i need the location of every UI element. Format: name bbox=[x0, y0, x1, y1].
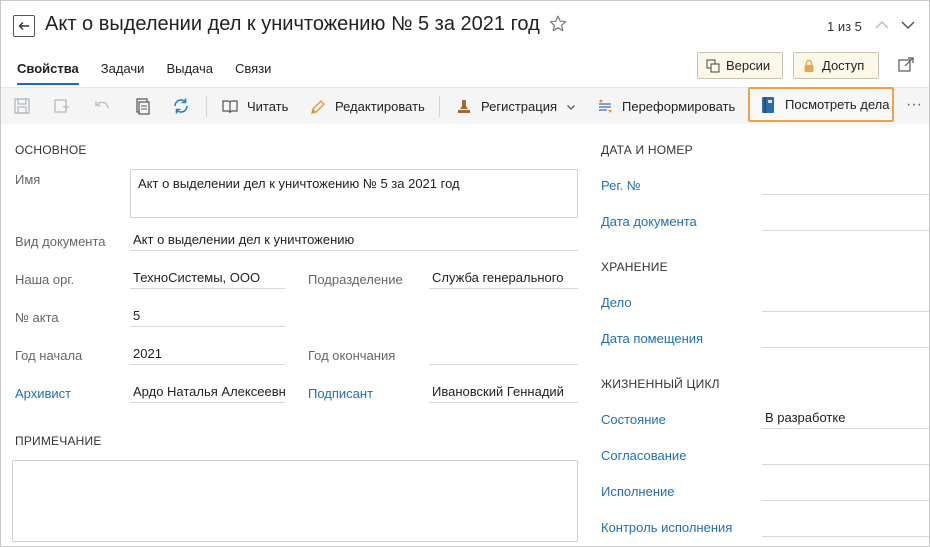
doc-type-field[interactable]: Акт о выделении дел к уничтожению bbox=[130, 229, 578, 251]
tab-properties[interactable]: Свойства bbox=[17, 53, 79, 85]
section-title-lifecycle: ЖИЗНЕННЫЙ ЦИКЛ bbox=[601, 377, 720, 391]
tab-links[interactable]: Связи bbox=[235, 53, 271, 85]
access-button-label: Доступ bbox=[822, 58, 865, 73]
tab-issuance[interactable]: Выдача bbox=[166, 53, 213, 85]
pencil-icon bbox=[311, 99, 325, 114]
edit-button-label: Редактировать bbox=[335, 99, 425, 114]
versions-icon bbox=[706, 59, 720, 72]
open-external-icon[interactable] bbox=[897, 56, 915, 74]
versions-button[interactable]: Версии bbox=[697, 52, 783, 79]
placed-date-link[interactable]: Дата помещения bbox=[601, 331, 703, 346]
reformat-icon bbox=[599, 99, 612, 113]
year-start-field[interactable]: 2021 bbox=[130, 343, 285, 365]
back-arrow-icon bbox=[18, 22, 29, 30]
reformat-button[interactable]: Переформировать bbox=[596, 94, 735, 119]
execution-field[interactable] bbox=[762, 479, 929, 501]
control-link[interactable]: Контроль исполнения bbox=[601, 520, 732, 535]
execution-link[interactable]: Исполнение bbox=[601, 484, 675, 499]
tab-bar: Свойства Задачи Выдача Связи bbox=[1, 53, 277, 85]
year-end-field[interactable] bbox=[429, 343, 578, 365]
toolbar-divider bbox=[439, 96, 440, 117]
doc-date-link[interactable]: Дата документа bbox=[601, 214, 697, 229]
section-title-main: ОСНОВНОЕ bbox=[15, 143, 87, 157]
read-button[interactable]: Читать bbox=[221, 94, 288, 119]
act-number-label: № акта bbox=[15, 310, 59, 325]
view-cases-button[interactable]: Посмотреть дела bbox=[748, 87, 894, 122]
pager-text: 1 из 5 bbox=[827, 19, 862, 34]
state-field[interactable]: В разработке bbox=[762, 407, 929, 429]
chevron-down-icon[interactable] bbox=[899, 16, 917, 34]
approval-link[interactable]: Согласование bbox=[601, 448, 686, 463]
copy-icon[interactable] bbox=[133, 97, 151, 115]
chevron-up-icon[interactable] bbox=[873, 16, 891, 34]
archivist-link[interactable]: Архивист bbox=[15, 386, 71, 401]
toolbar-divider bbox=[206, 96, 207, 117]
reformat-button-label: Переформировать bbox=[622, 99, 736, 114]
reg-number-field[interactable] bbox=[762, 173, 929, 195]
name-label: Имя bbox=[15, 172, 41, 187]
section-title-date-number: ДАТА И НОМЕР bbox=[601, 143, 693, 157]
case-link[interactable]: Дело bbox=[601, 295, 632, 310]
page-title: Акт о выделении дел к уничтожению № 5 за… bbox=[45, 13, 540, 35]
star-icon[interactable] bbox=[548, 14, 568, 34]
approval-field[interactable] bbox=[762, 443, 929, 465]
org-label: Наша орг. bbox=[15, 272, 75, 287]
chevron-down-icon bbox=[567, 104, 575, 110]
note-field[interactable] bbox=[12, 460, 578, 542]
org-field[interactable]: ТехноСистемы, ООО bbox=[130, 267, 285, 289]
case-field[interactable] bbox=[762, 290, 929, 312]
control-field[interactable] bbox=[762, 515, 929, 537]
back-button[interactable] bbox=[13, 15, 35, 37]
registration-dropdown[interactable]: Регистрация bbox=[455, 94, 576, 119]
access-button[interactable]: Доступ bbox=[793, 52, 879, 79]
registration-dropdown-label: Регистрация bbox=[481, 99, 557, 114]
tab-tasks[interactable]: Задачи bbox=[101, 53, 145, 85]
undo-icon[interactable] bbox=[93, 97, 111, 115]
signer-field[interactable]: Ивановский Геннадий bbox=[429, 381, 578, 403]
view-cases-button-label: Посмотреть дела bbox=[785, 97, 890, 112]
refresh-icon[interactable] bbox=[172, 97, 190, 115]
more-icon[interactable]: ··· bbox=[906, 96, 922, 114]
doc-date-field[interactable] bbox=[762, 209, 929, 231]
versions-button-label: Версии bbox=[726, 58, 771, 73]
book-icon bbox=[222, 99, 238, 113]
section-title-storage: ХРАНЕНИЕ bbox=[601, 260, 668, 274]
dept-label: Подразделение bbox=[308, 272, 403, 287]
edit-button[interactable]: Редактировать bbox=[309, 94, 425, 119]
reg-number-link[interactable]: Рег. № bbox=[601, 178, 641, 193]
save-icon[interactable] bbox=[13, 97, 31, 115]
document-card-window: Акт о выделении дел к уничтожению № 5 за… bbox=[0, 0, 930, 547]
state-link[interactable]: Состояние bbox=[601, 412, 666, 427]
name-field[interactable]: Акт о выделении дел к уничтожению № 5 за… bbox=[130, 169, 578, 218]
save-as-icon[interactable] bbox=[53, 97, 71, 115]
signer-link[interactable]: Подписант bbox=[308, 386, 373, 401]
dept-field[interactable]: Служба генерального bbox=[429, 267, 578, 289]
lock-icon bbox=[804, 59, 814, 72]
section-title-note: ПРИМЕЧАНИЕ bbox=[15, 434, 102, 448]
read-button-label: Читать bbox=[247, 99, 289, 114]
year-start-label: Год начала bbox=[15, 348, 83, 363]
year-end-label: Год окончания bbox=[308, 348, 396, 363]
binder-icon bbox=[762, 96, 774, 113]
doc-type-label: Вид документа bbox=[15, 234, 106, 249]
act-number-field[interactable]: 5 bbox=[130, 305, 285, 327]
card-header: Акт о выделении дел к уничтожению № 5 за… bbox=[1, 1, 929, 49]
stamp-icon bbox=[458, 99, 470, 113]
archivist-field[interactable]: Ардо Наталья Алексеевна bbox=[130, 381, 285, 403]
placed-date-field[interactable] bbox=[762, 326, 929, 348]
